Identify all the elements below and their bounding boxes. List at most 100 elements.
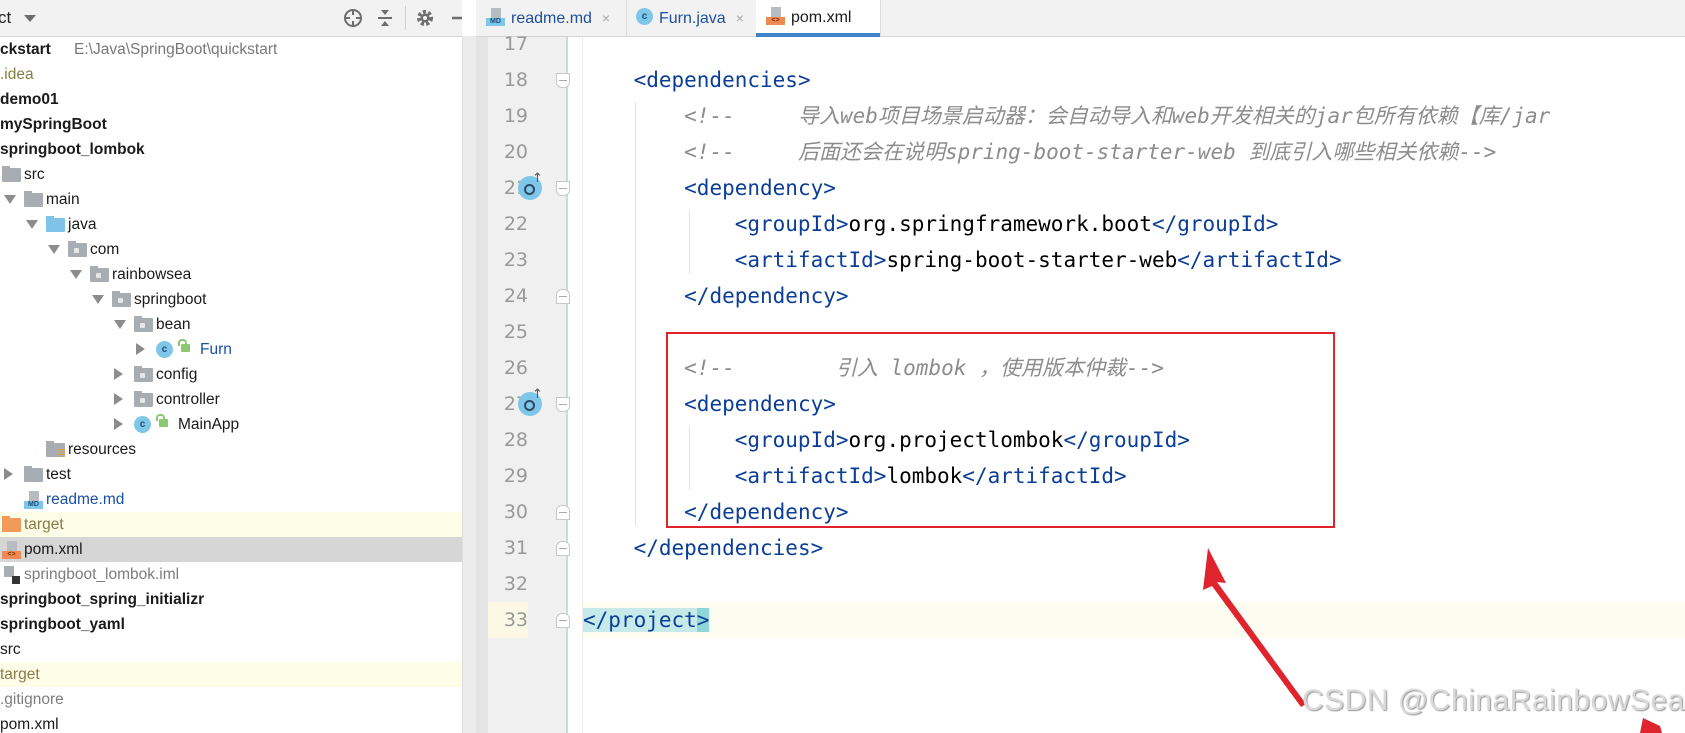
code-line[interactable] [583,566,1685,602]
chevron-down-icon[interactable] [24,15,36,22]
line-number: 28 [503,429,528,451]
code-line[interactable]: <!-- 导入web项目场景启动器：会自动导入和web开发相关的jar包所有依赖… [583,98,1685,134]
tree-item-label: mySpringBoot [0,116,107,133]
xml-tag: </artifactId> [1177,248,1342,272]
close-tab-icon[interactable]: × [736,10,744,26]
tree-item[interactable]: rainbowsea [0,262,462,287]
tree-item[interactable]: target [0,662,462,687]
tree-item[interactable]: springboot [0,287,462,312]
public-lock-icon [178,339,190,352]
line-number: 18 [503,69,528,91]
override-gutter-icon[interactable] [518,387,543,416]
tree-item[interactable]: src [0,637,462,662]
xml-file-icon: <> [2,541,21,559]
project-view-title[interactable]: ct [0,8,11,28]
tree-item[interactable]: bean [0,312,462,337]
tree-item-label: pom.xml [0,716,59,733]
collapse-all-icon[interactable] [374,7,396,29]
project-scrollbar[interactable] [462,36,477,733]
line-number: 29 [503,465,528,487]
folder-icon [24,191,43,207]
tree-item[interactable]: mySpringBoot [0,112,462,137]
expand-arrow-icon[interactable] [4,195,16,204]
expand-arrow-icon[interactable] [26,220,38,229]
line-number: 23 [503,249,528,271]
tree-item[interactable]: springboot_lombok.iml [0,562,462,587]
code-line[interactable]: <dependencies> [583,62,1685,98]
tree-item[interactable]: main [0,187,462,212]
close-tab-icon[interactable]: × [602,10,610,26]
tree-item[interactable]: src [0,162,462,187]
override-gutter-icon[interactable] [518,171,543,200]
tree-item[interactable]: demo01 [0,87,462,112]
code-line[interactable] [583,26,1685,62]
fold-marker-icon[interactable] [556,613,570,628]
expand-arrow-icon[interactable] [92,295,104,304]
class-icon: c [156,341,173,358]
code-line[interactable]: <groupId>org.springframework.boot</group… [583,206,1685,242]
collapse-arrow-icon[interactable] [136,343,145,355]
tree-item-label: readme.md [46,491,125,508]
tree-item-label: springboot_lombok.iml [24,566,180,583]
code-line[interactable]: </dependencies> [583,530,1685,566]
code-line[interactable]: </dependency> [583,278,1685,314]
collapse-arrow-icon[interactable] [114,368,123,380]
locate-icon[interactable] [342,7,364,29]
tree-item[interactable]: resources [0,437,462,462]
tree-item-label: springboot [134,291,207,308]
class-icon: c [636,8,653,26]
tree-item[interactable]: pom.xml [0,712,462,733]
fold-marker-icon[interactable] [556,397,570,412]
tree-item[interactable]: .gitignore [0,687,462,712]
collapse-arrow-icon[interactable] [4,468,13,480]
fold-marker-icon[interactable] [556,289,570,304]
code-line[interactable]: <dependency> [583,170,1685,206]
tree-item-label: bean [156,316,191,333]
tree-item-label: main [46,191,80,208]
tree-item-label: springboot_yaml [0,616,125,633]
tree-item[interactable]: springboot_spring_initializr [0,587,462,612]
package-icon [90,266,109,282]
tree-item[interactable]: controller [0,387,462,412]
fold-marker-icon[interactable] [556,505,570,520]
tree-item[interactable]: target [0,512,462,537]
code-line[interactable]: <artifactId>spring-boot-starter-web</art… [583,242,1685,278]
tree-item-label: com [90,241,120,258]
tree-item[interactable]: MD readme.md [0,487,462,512]
code-line[interactable]: </project> [583,602,1685,638]
tree-item[interactable]: c Furn [0,337,462,362]
tree-item[interactable]: .idea [0,62,462,87]
expand-arrow-icon[interactable] [70,270,82,279]
tree-item[interactable]: c MainApp [0,412,462,437]
folder-icon [24,466,43,482]
settings-icon[interactable] [414,7,436,29]
xml-tag: </project [583,608,697,632]
hide-icon[interactable] [448,7,462,29]
tree-item[interactable]: test [0,462,462,487]
fold-marker-icon[interactable] [556,541,570,556]
tree-item[interactable]: com [0,237,462,262]
collapse-arrow-icon[interactable] [114,418,123,430]
tree-item[interactable]: config [0,362,462,387]
tree-item[interactable]: springboot_lombok [0,137,462,162]
collapse-arrow-icon[interactable] [114,393,123,405]
tree-item-label: Furn [200,341,232,358]
fold-marker-icon[interactable] [556,181,570,196]
code-comment: <!-- 导入web项目场景启动器：会自动导入和web开发相关的jar包所有依赖… [684,104,1551,128]
expand-arrow-icon[interactable] [114,320,126,329]
code-line[interactable]: <!-- 后面还会在说明spring-boot-starter-web 到底引入… [583,134,1685,170]
indent-guide [689,210,690,274]
fold-marker-icon[interactable] [556,73,570,88]
excluded-folder-icon [2,516,21,532]
tree-item[interactable]: java [0,212,462,237]
tree-item[interactable]: ckstart E:\Java\SpringBoot\quickstart [0,37,462,62]
tree-item-label: controller [156,391,220,408]
tree-item[interactable]: <> pom.xml [0,537,462,562]
tree-item-label: MainApp [178,416,240,433]
source-folder-icon [46,216,65,232]
tree-item[interactable]: springboot_yaml [0,612,462,637]
expand-arrow-icon[interactable] [48,245,60,254]
